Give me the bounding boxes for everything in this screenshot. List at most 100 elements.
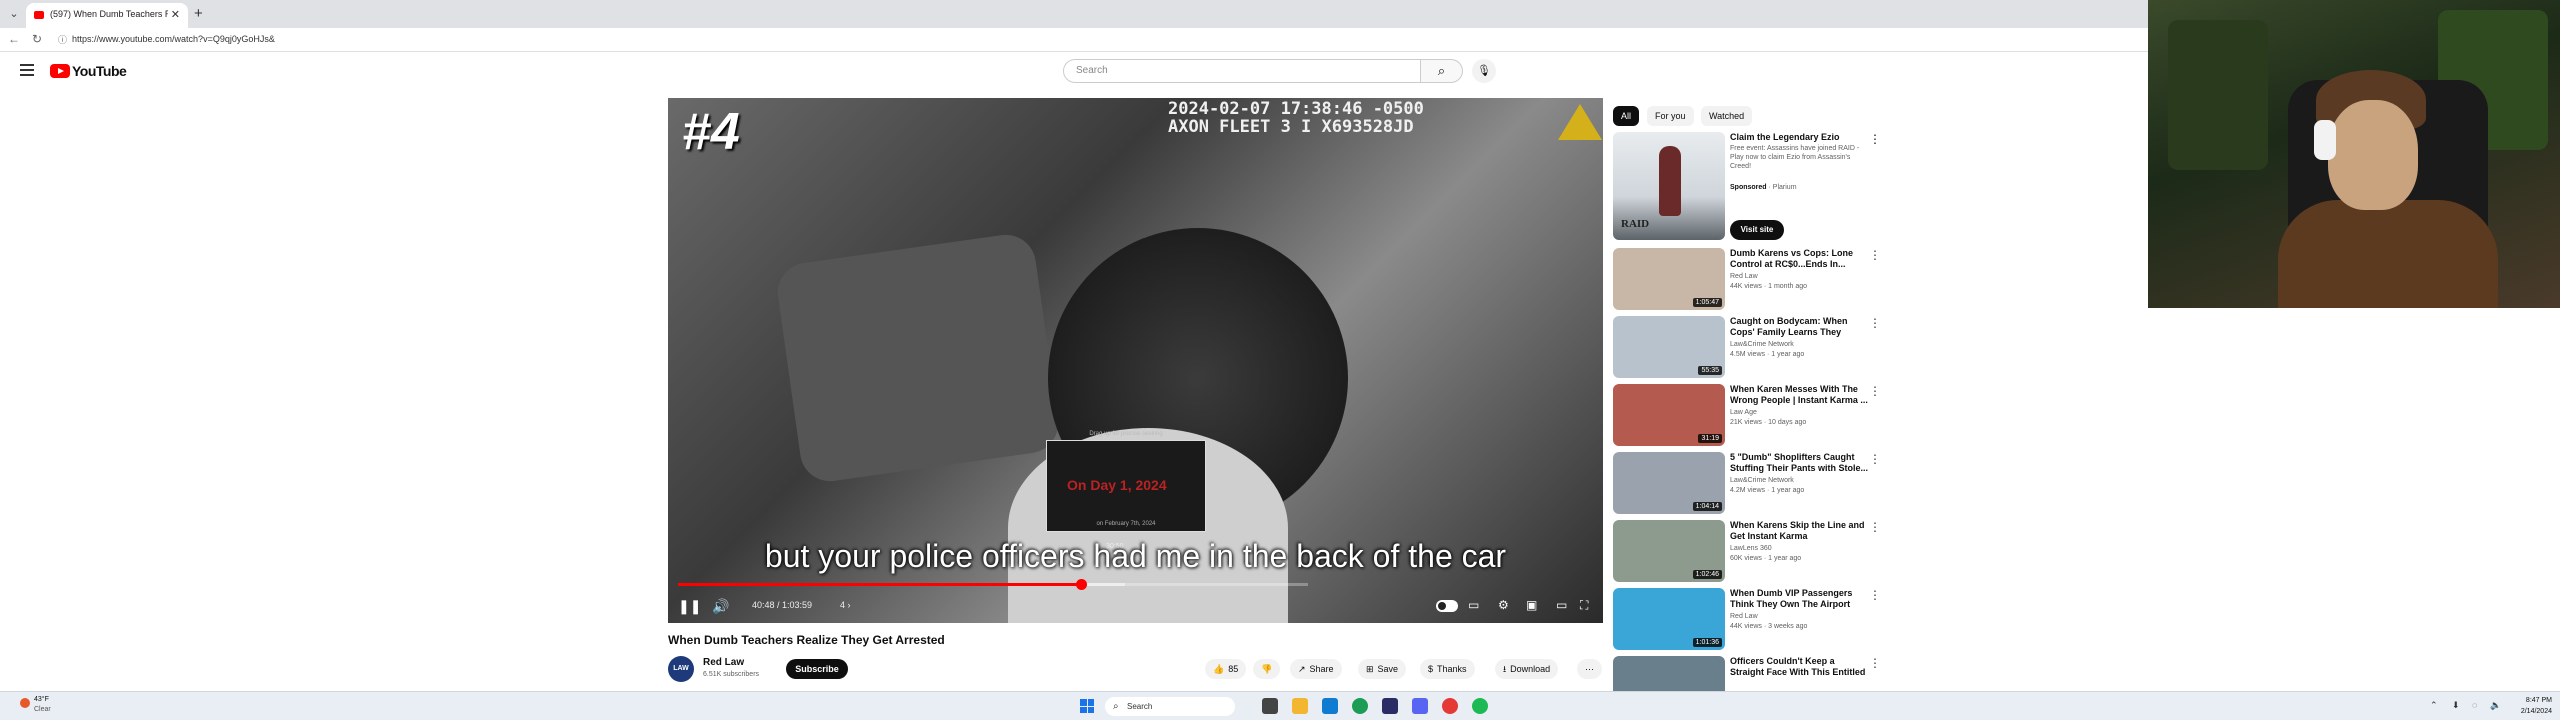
taskbar-search[interactable]: Search — [1105, 697, 1235, 716]
settings-icon[interactable]: ⚙ — [1498, 598, 1509, 612]
video-thumbnail[interactable]: 1:01:36 — [1613, 588, 1725, 650]
fullscreen-icon[interactable]: ⛶ — [1580, 598, 1588, 613]
youtube-logo-text[interactable]: YouTube — [72, 63, 127, 79]
video-thumbnail[interactable]: 1:05:47 — [1613, 248, 1725, 310]
video-frame-seat — [773, 230, 1063, 486]
chapter-button[interactable]: 4 › — [840, 600, 851, 610]
share-button[interactable]: ↗ Share — [1290, 659, 1342, 679]
ad-more-icon[interactable]: ⋮ — [1869, 132, 1881, 146]
more-icon[interactable]: ⋮ — [1869, 248, 1881, 262]
weather-temp[interactable]: 43°F — [34, 696, 49, 703]
more-icon[interactable]: ⋮ — [1869, 588, 1881, 602]
subscribe-button[interactable]: Subscribe — [786, 659, 848, 679]
menu-icon[interactable] — [20, 64, 34, 76]
more-icon[interactable]: ⋮ — [1869, 656, 1881, 670]
site-info-icon[interactable]: ⓘ — [58, 33, 67, 46]
recommendation-item[interactable]: 55:35 Caught on Bodycam: When Cops' Famil… — [1613, 316, 1883, 380]
chip-watched[interactable]: Watched — [1701, 106, 1753, 126]
progress-played — [678, 583, 1082, 586]
thumbs-down-icon: 👎 — [1261, 664, 1273, 674]
volume-tray-icon[interactable]: 🔈 — [2490, 700, 2501, 711]
video-title[interactable]: When Karen Messes With The Wrong People … — [1730, 384, 1870, 406]
video-thumbnail[interactable]: 31:19 — [1613, 384, 1725, 446]
store-icon[interactable] — [1382, 698, 1398, 714]
sponsored-ad[interactable]: RAID Claim the Legendary Ezio Free event… — [1613, 132, 1883, 242]
video-title[interactable]: When Dumb VIP Passengers Think They Own … — [1730, 588, 1870, 610]
tab-close-icon[interactable]: ✕ — [171, 8, 180, 21]
more-icon[interactable]: ⋮ — [1869, 520, 1881, 534]
channel-name[interactable]: Red Law — [1730, 273, 1758, 280]
recommendation-item[interactable]: 31:19 When Karen Messes With The Wrong Pe… — [1613, 384, 1883, 448]
video-title[interactable]: Officers Couldn't Keep a Straight Face W… — [1730, 656, 1870, 678]
channel-name[interactable]: Law&Crime Network — [1730, 477, 1794, 484]
channel-name[interactable]: Law&Crime Network — [1730, 341, 1794, 348]
microphone-icon[interactable]: 🎙 — [1472, 59, 1496, 83]
recommendation-item[interactable]: 1:05:47 Dumb Karens vs Cops: Lone Control… — [1613, 248, 1883, 312]
channel-name[interactable]: Red Law — [1730, 613, 1758, 620]
chip-all[interactable]: All — [1613, 106, 1640, 126]
app-icon[interactable] — [1442, 698, 1458, 714]
download-button[interactable]: ⭳ Download — [1495, 659, 1559, 679]
channel-name[interactable]: Law Age — [1730, 409, 1757, 416]
video-thumbnail[interactable]: 55:35 — [1613, 316, 1725, 378]
video-thumbnail[interactable]: 1:04:14 — [1613, 452, 1725, 514]
volume-icon[interactable]: 🔊 — [712, 598, 729, 615]
subtitles-icon[interactable]: ▭ — [1468, 598, 1479, 612]
channel-avatar[interactable]: LAW — [668, 656, 694, 682]
task-view-icon[interactable] — [1262, 698, 1278, 714]
youtube-logo-icon[interactable] — [50, 64, 70, 78]
ad-title[interactable]: Claim the Legendary Ezio — [1730, 132, 1840, 142]
channel-name[interactable]: LawLens 360 — [1730, 545, 1772, 552]
more-actions-button[interactable]: ⋯ — [1577, 659, 1602, 679]
theater-icon[interactable]: ▭ — [1556, 598, 1567, 612]
url-field[interactable]: https://www.youtube.com/watch?v=Q9qj0yGo… — [72, 34, 275, 44]
subscriber-count: 6.51K subscribers — [703, 671, 760, 678]
wifi-icon[interactable]: ◌ — [2472, 700, 2477, 710]
more-icon[interactable]: ⋮ — [1869, 452, 1881, 466]
like-button[interactable]: 👍 85 — [1205, 659, 1247, 679]
windows-taskbar: 43°F Clear Search ⌃ ⬇ ◌ 🔈 8:47 PM 2/14/2… — [0, 691, 2560, 720]
start-icon[interactable] — [1080, 699, 1094, 713]
file-explorer-icon[interactable] — [1292, 698, 1308, 714]
recommendation-item[interactable]: 1:04:14 5 "Dumb" Shoplifters Caught Stuff… — [1613, 452, 1883, 516]
system-clock[interactable]: 8:47 PM 2/14/2024 — [2510, 695, 2552, 717]
reload-icon[interactable]: ↻ — [32, 32, 42, 46]
search-input[interactable]: Search — [1063, 59, 1421, 83]
thanks-button[interactable]: $ Thanks — [1420, 659, 1475, 679]
chrome-icon[interactable] — [1352, 698, 1368, 714]
video-thumbnail[interactable]: 1:02:46 — [1613, 520, 1725, 582]
visit-site-button[interactable]: Visit site — [1730, 220, 1784, 240]
recommendation-item[interactable]: 1:01:36 When Dumb VIP Passengers Think Th… — [1613, 588, 1883, 652]
pause-icon[interactable]: ❚❚ — [678, 598, 701, 615]
tray-chevron-icon[interactable]: ⌃ — [2430, 700, 2438, 711]
spotify-icon[interactable] — [1472, 698, 1488, 714]
autoplay-toggle[interactable] — [1436, 600, 1458, 612]
video-duration: 55:35 — [1698, 366, 1722, 375]
search-icon[interactable]: ⌕ — [1421, 59, 1463, 83]
video-title[interactable]: 5 "Dumb" Shoplifters Caught Stuffing The… — [1730, 452, 1870, 474]
tray-app-icon[interactable]: ⬇ — [2452, 700, 2460, 711]
more-icon[interactable]: ⋮ — [1869, 384, 1881, 398]
more-icon[interactable]: ⋮ — [1869, 316, 1881, 330]
edge-icon[interactable] — [1322, 698, 1338, 714]
video-title[interactable]: When Karens Skip the Line and Get Instan… — [1730, 520, 1870, 542]
miniplayer-icon[interactable]: ▣ — [1526, 598, 1537, 612]
video-title[interactable]: Caught on Bodycam: When Cops' Family Lea… — [1730, 316, 1870, 338]
new-tab-button[interactable]: + — [194, 5, 203, 22]
save-icon: ⊞ — [1366, 664, 1374, 674]
dislike-button[interactable]: 👎 — [1253, 659, 1281, 679]
browser-tab[interactable]: (597) When Dumb Teachers R... ✕ — [26, 3, 188, 28]
back-icon[interactable]: ← — [8, 32, 20, 46]
recommendation-item[interactable]: 1:02:46 When Karens Skip the Line and Get… — [1613, 520, 1883, 584]
weather-condition[interactable]: Clear — [34, 706, 51, 713]
channel-name[interactable]: Red Law — [703, 657, 744, 668]
progress-bar[interactable] — [678, 579, 1308, 590]
video-title[interactable]: Dumb Karens vs Cops: Lone Control at RC$… — [1730, 248, 1870, 270]
weather-icon[interactable] — [20, 698, 30, 708]
ad-thumbnail[interactable]: RAID — [1613, 132, 1725, 240]
save-button[interactable]: ⊞ Save — [1358, 659, 1407, 679]
chip-for-you[interactable]: For you — [1647, 106, 1694, 126]
tab-search-button[interactable]: ⌄ — [6, 6, 22, 22]
discord-icon[interactable] — [1412, 698, 1428, 714]
video-player[interactable]: #4 2024-02-07 17:38:46 -0500 AXON FLEET … — [668, 98, 1603, 623]
